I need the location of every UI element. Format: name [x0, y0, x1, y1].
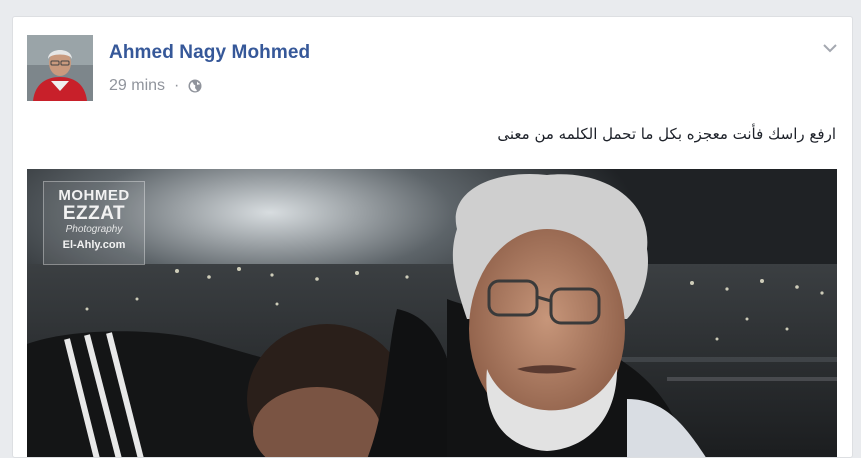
- globe-icon[interactable]: [188, 79, 202, 93]
- post-text: ارفع راسك فأنت معجزه بكل ما تحمل الكلمه …: [497, 125, 836, 143]
- watermark-line2: EZZAT: [62, 203, 126, 224]
- author-avatar[interactable]: [27, 35, 93, 101]
- watermark-line4: El-Ahly.com: [62, 239, 126, 251]
- photo-scene: [27, 169, 837, 457]
- watermark-line1: MOHMED: [58, 187, 130, 204]
- watermark-line3: Photography: [65, 224, 123, 235]
- author-name-link[interactable]: Ahmed Nagy Mohmed: [109, 42, 310, 64]
- post-card: Ahmed Nagy Mohmed 29 mins · ارفع راسك فأ…: [12, 16, 853, 458]
- meta-separator: ·: [174, 77, 180, 94]
- avatar-image: [27, 35, 93, 101]
- post-photo[interactable]: MOHMED EZZAT Photography El-Ahly.com: [27, 169, 837, 457]
- post-meta: 29 mins ·: [109, 77, 202, 95]
- chevron-down-icon[interactable]: [822, 41, 838, 53]
- photo-watermark: MOHMED EZZAT Photography El-Ahly.com: [43, 181, 145, 265]
- post-timestamp[interactable]: 29 mins: [109, 77, 165, 95]
